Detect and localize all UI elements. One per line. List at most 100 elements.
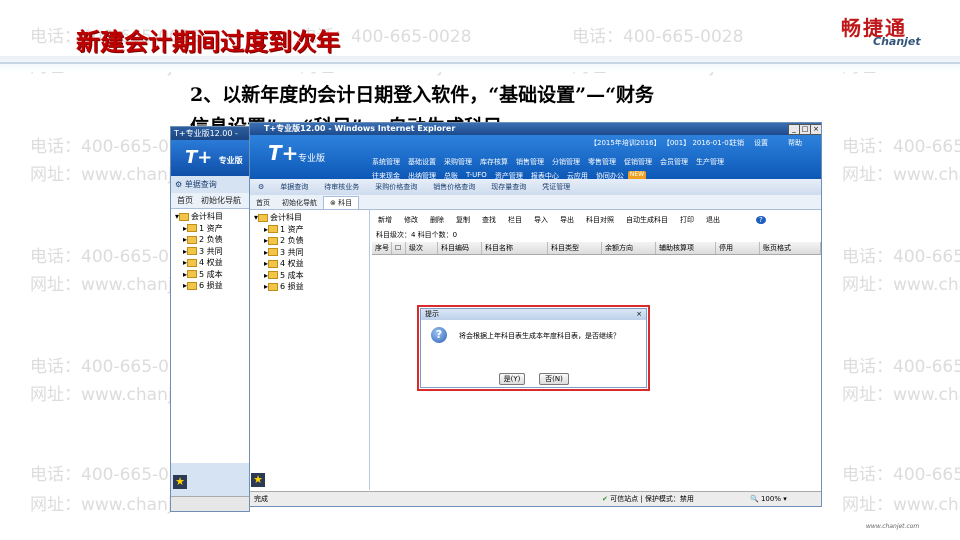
close-icon[interactable]: × <box>810 124 821 135</box>
back-account-tree: ▾ 会计科目 ▸ 1 资产 ▸ 2 负债 ▸ 3 共同 ▸ 4 权益 ▸ 5 成本 ▸ 6 损… <box>171 209 249 463</box>
copy-button[interactable]: 复制 <box>450 215 476 225</box>
module-item[interactable]: 库存核算 <box>476 157 512 167</box>
quick-item[interactable]: 单据查询 <box>272 182 316 192</box>
module-item[interactable]: 基础设置 <box>404 157 440 167</box>
print-button[interactable]: 打印 <box>674 215 700 225</box>
close-icon[interactable]: × <box>636 309 642 320</box>
grid-col-disabled[interactable]: 停用 <box>716 242 760 254</box>
quick-item[interactable]: 采购价格查询 <box>367 182 425 192</box>
app-logo: T+ <box>268 141 299 165</box>
new-button[interactable]: 新增 <box>372 215 398 225</box>
exit-button[interactable]: 退出 <box>700 215 726 225</box>
module-item[interactable]: 系统管理 <box>368 157 404 167</box>
quick-item[interactable]: 现存量查询 <box>483 182 534 192</box>
settings-link[interactable]: 设置 <box>754 138 768 148</box>
gear-icon[interactable]: ⚙ <box>250 183 272 191</box>
logout-link[interactable]: 注销 <box>730 138 744 148</box>
folder-icon <box>258 213 269 222</box>
main-window-titlebar[interactable]: T+专业版12.00 - Windows Internet Explorer _… <box>250 123 821 135</box>
auto-generate-button[interactable]: 自动生成科目 <box>620 215 674 225</box>
grid-col-aux[interactable]: 辅助核算项 <box>656 242 716 254</box>
back-logo-text: T+ <box>185 147 213 168</box>
account-mapping-button[interactable]: 科目对照 <box>580 215 620 225</box>
tree-item[interactable]: ▸ 4 权益 <box>175 257 245 269</box>
title-band <box>0 56 960 72</box>
grid-col-direction[interactable]: 余额方向 <box>602 242 656 254</box>
quick-item[interactable]: 凭证管理 <box>534 182 578 192</box>
watermark-phone: 电话：400-665-0028 <box>842 247 960 267</box>
tab-init-nav[interactable]: 初始化导航 <box>276 197 323 209</box>
tab-accounts[interactable]: ⊗ 科目 <box>323 196 360 209</box>
quick-item[interactable]: 待审核业务 <box>316 182 367 192</box>
quick-item[interactable]: 销售价格查询 <box>425 182 483 192</box>
folder-icon <box>268 259 279 268</box>
folder-icon <box>187 235 198 244</box>
star-icon[interactable]: ★ <box>251 473 265 487</box>
main-tabs: 首页 初始化导航 ⊗ 科目 <box>250 195 821 210</box>
yes-button[interactable]: 是(Y) <box>499 373 525 385</box>
watermark-phone: 电话：400-665-0028 <box>842 357 960 377</box>
browser-status-bar: 完成 ✔ 可信站点 | 保护模式：禁用 🔍 100% ▾ <box>250 491 821 506</box>
grid-col-type[interactable]: 科目类型 <box>548 242 602 254</box>
tree-item[interactable]: ▸ 6 损益 <box>254 281 365 293</box>
folder-icon <box>268 282 279 291</box>
no-button[interactable]: 否(N) <box>539 373 569 385</box>
module-item[interactable]: 采购管理 <box>440 157 476 167</box>
grid-header: 序号 ☐ 级次 科目编码 科目名称 科目类型 余额方向 辅助核算项 停用 账页格… <box>372 242 821 255</box>
dialog-titlebar[interactable]: 提示 × <box>421 309 646 320</box>
watermark-phone: 电话：400-665-0028 <box>842 137 960 157</box>
grid-col-name[interactable]: 科目名称 <box>482 242 548 254</box>
back-tab-init-nav[interactable]: 初始化导航 <box>201 195 241 206</box>
dialog-title: 提示 <box>425 310 439 318</box>
folder-icon <box>179 212 190 221</box>
grid-col-level[interactable]: 级次 <box>406 242 438 254</box>
import-button[interactable]: 导入 <box>528 215 554 225</box>
help-icon[interactable]: ? <box>756 216 766 224</box>
export-button[interactable]: 导出 <box>554 215 580 225</box>
tree-item[interactable]: ▸ 5 成本 <box>254 270 365 282</box>
back-app-window: T+专业版12.00 - T+ 专业版 ⚙ 单据查询 首页 初始化导航 ▾ 会计科… <box>170 126 250 512</box>
folder-icon <box>268 236 279 245</box>
question-icon: ? <box>431 327 447 343</box>
module-item[interactable]: 销售管理 <box>512 157 548 167</box>
module-item[interactable]: 会员管理 <box>656 157 692 167</box>
tab-home[interactable]: 首页 <box>250 197 276 209</box>
tree-item[interactable]: ▸ 2 负债 <box>254 235 365 247</box>
delete-button[interactable]: 删除 <box>424 215 450 225</box>
back-window-titlebar[interactable]: T+专业版12.00 - <box>171 127 249 140</box>
edit-button[interactable]: 修改 <box>398 215 424 225</box>
folder-icon <box>187 258 198 267</box>
columns-button[interactable]: 栏目 <box>502 215 528 225</box>
module-row-1: 系统管理 基础设置 采购管理 库存核算 销售管理 分销管理 零售管理 促销管理 … <box>368 157 728 167</box>
grid-col-code[interactable]: 科目编码 <box>438 242 482 254</box>
watermark-url: 网址：www.chanjet.net <box>842 495 960 515</box>
tree-item[interactable]: ▸ 5 成本 <box>175 269 245 281</box>
module-item[interactable]: 零售管理 <box>584 157 620 167</box>
tree-item[interactable]: ▸ 1 资产 <box>254 224 365 236</box>
tree-item[interactable]: ▾ 会计科目 <box>254 212 365 224</box>
star-icon[interactable]: ★ <box>173 475 187 489</box>
quick-bar: ⚙ 单据查询 待审核业务 采购价格查询 销售价格查询 现存量查询 凭证管理 <box>250 179 821 196</box>
back-nav-query[interactable]: ⚙ 单据查询 <box>171 176 249 193</box>
module-item[interactable]: 生产管理 <box>692 157 728 167</box>
help-link[interactable]: 帮助 <box>788 138 802 148</box>
tree-item[interactable]: ▸ 3 共同 <box>175 246 245 258</box>
tree-item[interactable]: ▾ 会计科目 <box>175 211 245 223</box>
app-header: T+ 专业版 【2015年培训2016】 【001】 2016-01-01 注销… <box>250 135 821 181</box>
tree-item[interactable]: ▸ 1 资产 <box>175 223 245 235</box>
tree-item[interactable]: ▸ 6 损益 <box>175 280 245 292</box>
grid-col-seq[interactable]: 序号 <box>372 242 392 254</box>
back-tab-home[interactable]: 首页 <box>177 195 193 206</box>
grid-col-checkbox[interactable]: ☐ <box>392 242 406 254</box>
tree-item[interactable]: ▸ 2 负债 <box>175 234 245 246</box>
module-item[interactable]: 分销管理 <box>548 157 584 167</box>
watermark-url: 网址：www.chanjet.net <box>842 275 960 295</box>
tree-item[interactable]: ▸ 3 共同 <box>254 247 365 259</box>
tree-item[interactable]: ▸ 4 权益 <box>254 258 365 270</box>
dialog-message: 将会根据上年科目表生成本年度科目表，是否继续？ <box>459 332 620 340</box>
find-button[interactable]: 查找 <box>476 215 502 225</box>
grid-col-format[interactable]: 账页格式 <box>760 242 821 254</box>
zoom-control[interactable]: 🔍 100% ▾ <box>750 492 787 506</box>
module-item[interactable]: 促销管理 <box>620 157 656 167</box>
brand-logo: 畅捷通 Chanjet <box>833 12 943 48</box>
